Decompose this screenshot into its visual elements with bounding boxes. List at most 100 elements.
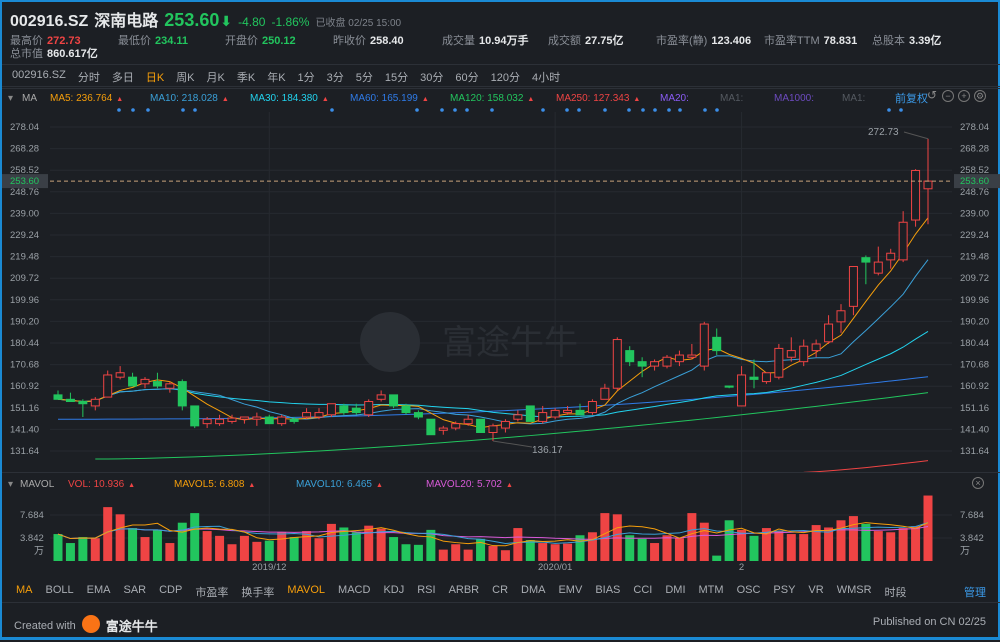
indicator-tab[interactable]: CR <box>492 584 508 600</box>
event-marker-icon[interactable] <box>415 108 419 112</box>
candle <box>364 401 374 416</box>
candle <box>749 376 759 380</box>
y-tick-label-right: 209.72 <box>960 273 989 284</box>
y-tick-label-right: 229.24 <box>960 230 989 241</box>
y-tick-label-right: 141.40 <box>960 424 989 435</box>
indicator-bar: MA BOLL EMA SAR CDP 市盈率 换手率 MAVOL MACD KDJ RSI ARBR… <box>16 584 920 600</box>
indicator-tab[interactable]: BOLL <box>46 584 74 600</box>
indicator-tab[interactable]: RSI <box>417 584 435 600</box>
collapse-icon[interactable]: ▾ <box>8 479 13 490</box>
manage-button[interactable]: 管理 <box>964 584 986 600</box>
indicator-tab[interactable]: 时段 <box>885 584 907 600</box>
candle <box>115 372 125 378</box>
candle <box>662 356 672 367</box>
vol-y-label-right: 7.684 <box>960 510 984 521</box>
volume-bar <box>202 531 212 561</box>
indicator-tab[interactable]: 换手率 <box>241 584 274 600</box>
volume-bar <box>463 549 473 561</box>
vol-legend-item: MAVOL5: 6.808 ▲ <box>174 479 255 490</box>
mavol5-line <box>57 522 929 547</box>
volume-bar <box>438 549 448 561</box>
indicator-tab[interactable]: WMSR <box>837 584 872 600</box>
indicator-tab[interactable]: MAVOL <box>287 584 325 600</box>
indicator-tab[interactable]: 市盈率 <box>195 584 228 600</box>
y-tick-label-right: 170.68 <box>960 360 989 371</box>
indicator-tab[interactable]: EMV <box>558 584 582 600</box>
last-price-tag-right: 253.60 <box>960 176 989 187</box>
event-marker-icon[interactable] <box>131 108 135 112</box>
event-marker-icon[interactable] <box>117 108 121 112</box>
event-marker-icon[interactable] <box>440 108 444 112</box>
indicator-tab[interactable]: ARBR <box>449 584 480 600</box>
event-marker-icon[interactable] <box>715 108 719 112</box>
volume-bar <box>289 537 299 561</box>
indicator-tab[interactable]: PSY <box>773 584 795 600</box>
event-marker-icon[interactable] <box>181 108 185 112</box>
candle <box>824 323 834 343</box>
candle <box>65 398 75 403</box>
kline-chart[interactable]: 278.04 278.04268.28 268.28258.52 258.52248.… <box>2 2 1000 642</box>
event-marker-icon[interactable] <box>453 108 457 112</box>
indicator-tab[interactable]: OSC <box>737 584 761 600</box>
event-marker-icon[interactable] <box>565 108 569 112</box>
indicator-tab[interactable]: MA <box>16 584 33 600</box>
indicator-tab[interactable]: DMI <box>665 584 685 600</box>
vol-y-label-left: 7.684 <box>20 510 44 521</box>
volume-bar <box>302 531 312 561</box>
indicator-tab[interactable]: EMA <box>87 584 111 600</box>
volume-bar <box>737 529 747 561</box>
candle <box>78 401 88 405</box>
y-tick-label-left: 239.00 <box>10 208 39 219</box>
last-price-tag-left: 253.60 <box>10 176 39 187</box>
y-tick-label-left: 209.72 <box>10 273 39 284</box>
event-marker-icon[interactable] <box>627 108 631 112</box>
indicator-tab[interactable]: CDP <box>159 584 182 600</box>
event-marker-icon[interactable] <box>490 108 494 112</box>
indicator-tab[interactable]: BIAS <box>595 584 620 600</box>
volume-bar <box>177 522 187 561</box>
volume-bar <box>351 532 361 561</box>
candle <box>587 401 597 414</box>
vol-y-label-right: 3.842 <box>960 533 984 544</box>
mavol-legend: ▾ MAVOL VOL: 10.936 ▲ MAVOL5: 6.808 ▲ MAVOL10:… <box>8 477 908 491</box>
indicator-tab[interactable]: CCI <box>633 584 652 600</box>
event-marker-icon[interactable] <box>667 108 671 112</box>
volume-bar <box>140 537 150 561</box>
y-tick-label-left: 268.28 <box>10 144 39 155</box>
candle <box>302 412 312 418</box>
volume-bar <box>513 528 523 561</box>
y-tick-label-right: 131.64 <box>960 446 989 457</box>
close-indicator-icon[interactable]: × <box>972 477 984 489</box>
event-marker-icon[interactable] <box>330 108 334 112</box>
candle <box>376 394 386 400</box>
event-marker-icon[interactable] <box>899 108 903 112</box>
event-marker-icon[interactable] <box>193 108 197 112</box>
indicator-tab[interactable]: KDJ <box>383 584 404 600</box>
event-marker-icon[interactable] <box>703 108 707 112</box>
indicator-tab[interactable]: DMA <box>521 584 545 600</box>
indicator-tab[interactable]: SAR <box>123 584 146 600</box>
event-marker-icon[interactable] <box>678 108 682 112</box>
volume-bar <box>774 531 784 561</box>
candle <box>525 405 535 422</box>
y-tick-label-left: 141.40 <box>10 424 39 435</box>
volume-bar <box>252 541 262 561</box>
volume-bar <box>587 532 597 561</box>
event-marker-icon[interactable] <box>653 108 657 112</box>
event-marker-icon[interactable] <box>465 108 469 112</box>
event-marker-icon[interactable] <box>603 108 607 112</box>
candle <box>761 372 771 383</box>
indicator-tab[interactable]: MTM <box>699 584 724 600</box>
volume-bar <box>165 543 175 561</box>
event-marker-icon[interactable] <box>887 108 891 112</box>
candle <box>848 266 858 307</box>
candle <box>413 412 423 418</box>
indicator-tab[interactable]: MACD <box>338 584 370 600</box>
event-marker-icon[interactable] <box>146 108 150 112</box>
event-marker-icon[interactable] <box>577 108 581 112</box>
event-marker-icon[interactable] <box>541 108 545 112</box>
candle <box>625 350 635 363</box>
event-marker-icon[interactable] <box>641 108 645 112</box>
volume-bar <box>264 540 274 561</box>
indicator-tab[interactable]: VR <box>808 584 823 600</box>
